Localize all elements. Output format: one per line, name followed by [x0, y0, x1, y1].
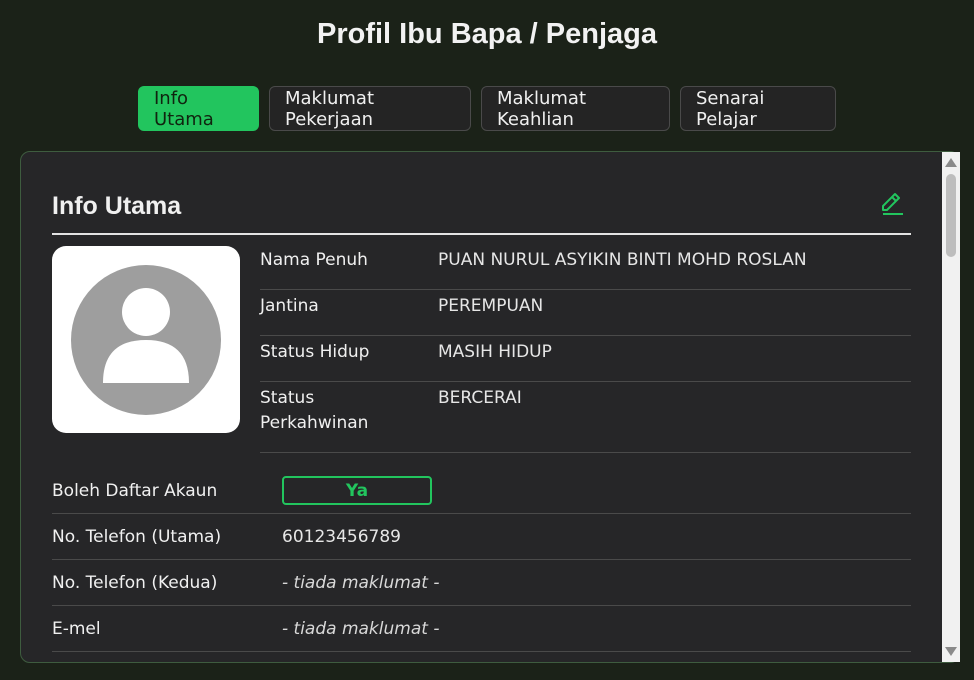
- detail-label: E-mel: [52, 618, 101, 639]
- contact-info-list: Boleh Daftar Akaun Ya No. Telefon (Utama…: [52, 468, 911, 652]
- card-title: Info Utama: [52, 192, 182, 220]
- info-label: Status Perkahwinan: [260, 388, 369, 433]
- detail-label: No. Telefon (Utama): [52, 526, 222, 547]
- detail-value: - tiada maklumat -: [282, 572, 440, 593]
- info-value: MASIH HIDUP: [438, 342, 552, 362]
- scroll-down-arrow-icon[interactable]: [945, 647, 957, 656]
- detail-label: Boleh Daftar Akaun: [52, 480, 218, 501]
- scroll-up-arrow-icon[interactable]: [945, 158, 957, 167]
- tab-senarai-pelajar[interactable]: Senarai Pelajar: [680, 86, 836, 131]
- card-scrollbar[interactable]: [942, 152, 960, 662]
- status-badge: Ya: [282, 476, 432, 505]
- info-value: BERCERAI: [438, 388, 522, 408]
- info-row-status-perkahwinan: Status Perkahwinan BERCERAI: [260, 382, 911, 453]
- detail-row-boleh-daftar: Boleh Daftar Akaun Ya: [52, 468, 911, 514]
- scroll-thumb[interactable]: [946, 174, 956, 257]
- user-avatar-icon: [71, 264, 221, 415]
- tab-maklumat-keahlian[interactable]: Maklumat Keahlian: [481, 86, 670, 131]
- info-label: Jantina: [260, 296, 319, 316]
- card-header: Info Utama: [52, 190, 911, 235]
- info-label: Status Hidup: [260, 342, 370, 362]
- profile-card: Info Utama Nama Penuh PUAN NURUL ASYIKIN…: [20, 151, 960, 663]
- avatar: [52, 246, 240, 433]
- detail-value: 60123456789: [282, 526, 401, 547]
- tab-maklumat-pekerjaan[interactable]: Maklumat Pekerjaan: [269, 86, 471, 131]
- info-row-nama-penuh: Nama Penuh PUAN NURUL ASYIKIN BINTI MOHD…: [260, 244, 911, 290]
- tab-info-utama[interactable]: Info Utama: [138, 86, 259, 131]
- pencil-icon[interactable]: [879, 190, 905, 216]
- basic-info-list: Nama Penuh PUAN NURUL ASYIKIN BINTI MOHD…: [260, 244, 911, 453]
- info-value: PUAN NURUL ASYIKIN BINTI MOHD ROSLAN: [438, 250, 807, 270]
- info-value: PEREMPUAN: [438, 296, 544, 316]
- detail-value: - tiada maklumat -: [282, 618, 440, 639]
- detail-row-telefon-kedua: No. Telefon (Kedua) - tiada maklumat -: [52, 560, 911, 606]
- info-label: Nama Penuh: [260, 250, 368, 270]
- detail-row-email: E-mel - tiada maklumat -: [52, 606, 911, 652]
- info-row-jantina: Jantina PEREMPUAN: [260, 290, 911, 336]
- info-row-status-hidup: Status Hidup MASIH HIDUP: [260, 336, 911, 382]
- page-title: Profil Ibu Bapa / Penjaga: [316, 18, 657, 50]
- detail-label: No. Telefon (Kedua): [52, 572, 218, 593]
- detail-row-telefon-utama: No. Telefon (Utama) 60123456789: [52, 514, 911, 560]
- tab-bar: Info Utama Maklumat Pekerjaan Maklumat K…: [0, 86, 974, 131]
